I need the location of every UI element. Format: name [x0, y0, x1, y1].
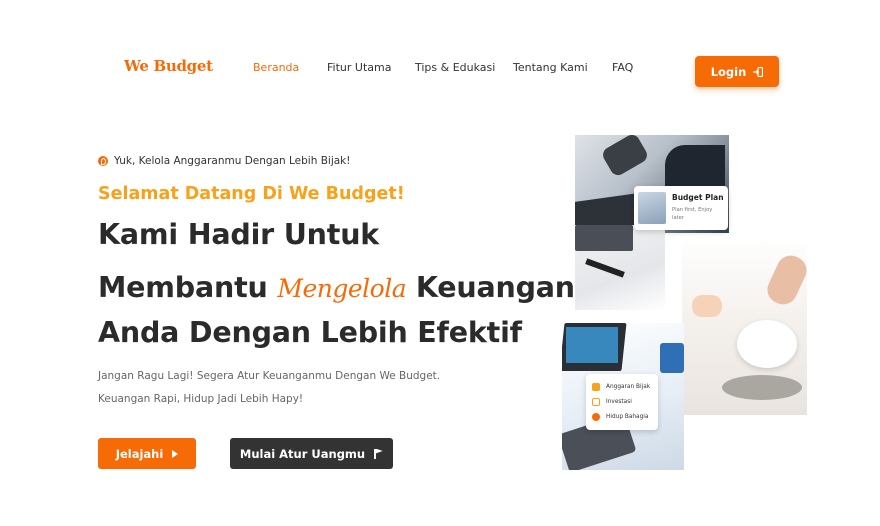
bar-chart-icon	[592, 397, 600, 406]
photo-piggy-bank	[682, 235, 807, 415]
menu-item-label: Anggaran Bijak	[606, 383, 651, 390]
menu-item-label: Investasi	[606, 398, 632, 405]
feature-menu-card: Anggaran Bijak Investasi Hidup Bahagia	[586, 374, 658, 430]
smile-icon	[592, 412, 600, 421]
mulai-atur-uangmu-label: Mulai Atur Uangmu	[239, 446, 366, 461]
budget-plan-thumbnail	[638, 192, 666, 224]
login-label: Login	[710, 64, 747, 79]
play-icon	[172, 449, 179, 458]
headline-line-3: Anda Dengan Lebih Efektif	[98, 316, 522, 349]
chart-icon	[592, 382, 600, 391]
nav-item-faq[interactable]: FAQ	[612, 61, 633, 74]
menu-item-investasi: Investasi	[592, 394, 652, 409]
jelajahi-label: Jelajahi	[115, 446, 164, 461]
nav-item-tentang-kami[interactable]: Tentang Kami	[513, 61, 588, 74]
tagline-text: Yuk, Kelola Anggaranmu Dengan Lebih Bija…	[114, 155, 351, 167]
login-button[interactable]: Login	[695, 56, 779, 87]
hero-description-line-1: Jangan Ragu Lagi! Segera Atur Keuanganmu…	[98, 370, 441, 382]
mulai-atur-uangmu-button[interactable]: Mulai Atur Uangmu	[230, 438, 393, 469]
photo-desk-items	[575, 225, 665, 310]
nav-item-beranda[interactable]: Beranda	[253, 61, 299, 74]
menu-item-label: Hidup Bahagia	[606, 413, 649, 420]
welcome-heading: Selamat Datang Di We Budget!	[98, 184, 405, 204]
nav-item-tips-edukasi[interactable]: Tips & Edukasi	[415, 61, 495, 74]
headline-word-keuangan: Keuangan	[415, 271, 575, 304]
budget-plan-subtitle: Plan first, Enjoy later	[672, 207, 713, 221]
budget-plan-card: Budget Plan Plan first, Enjoy later	[634, 186, 728, 230]
jelajahi-button[interactable]: Jelajahi	[98, 438, 196, 469]
nav-item-fitur-utama[interactable]: Fitur Utama	[327, 61, 391, 74]
headline-script-word: Mengelola	[277, 274, 407, 303]
menu-item-hidup-bahagia: Hidup Bahagia	[592, 409, 652, 424]
headline-line-1: Kami Hadir Untuk	[98, 218, 380, 251]
headline-word-membantu: Membantu	[98, 271, 268, 304]
menu-item-anggaran-bijak: Anggaran Bijak	[592, 379, 652, 394]
budget-plan-title: Budget Plan	[672, 193, 724, 202]
brand-logo[interactable]: We Budget	[124, 57, 213, 75]
flag-icon	[374, 448, 383, 459]
location-pin-icon	[98, 156, 108, 166]
hero-tagline: Yuk, Kelola Anggaranmu Dengan Lebih Bija…	[98, 155, 350, 167]
headline-line-2: Membantu Mengelola Keuangan	[98, 271, 575, 304]
hero-description-line-2: Keuangan Rapi, Hidup Jadi Lebih Hapy!	[98, 393, 304, 405]
login-icon	[753, 66, 764, 77]
